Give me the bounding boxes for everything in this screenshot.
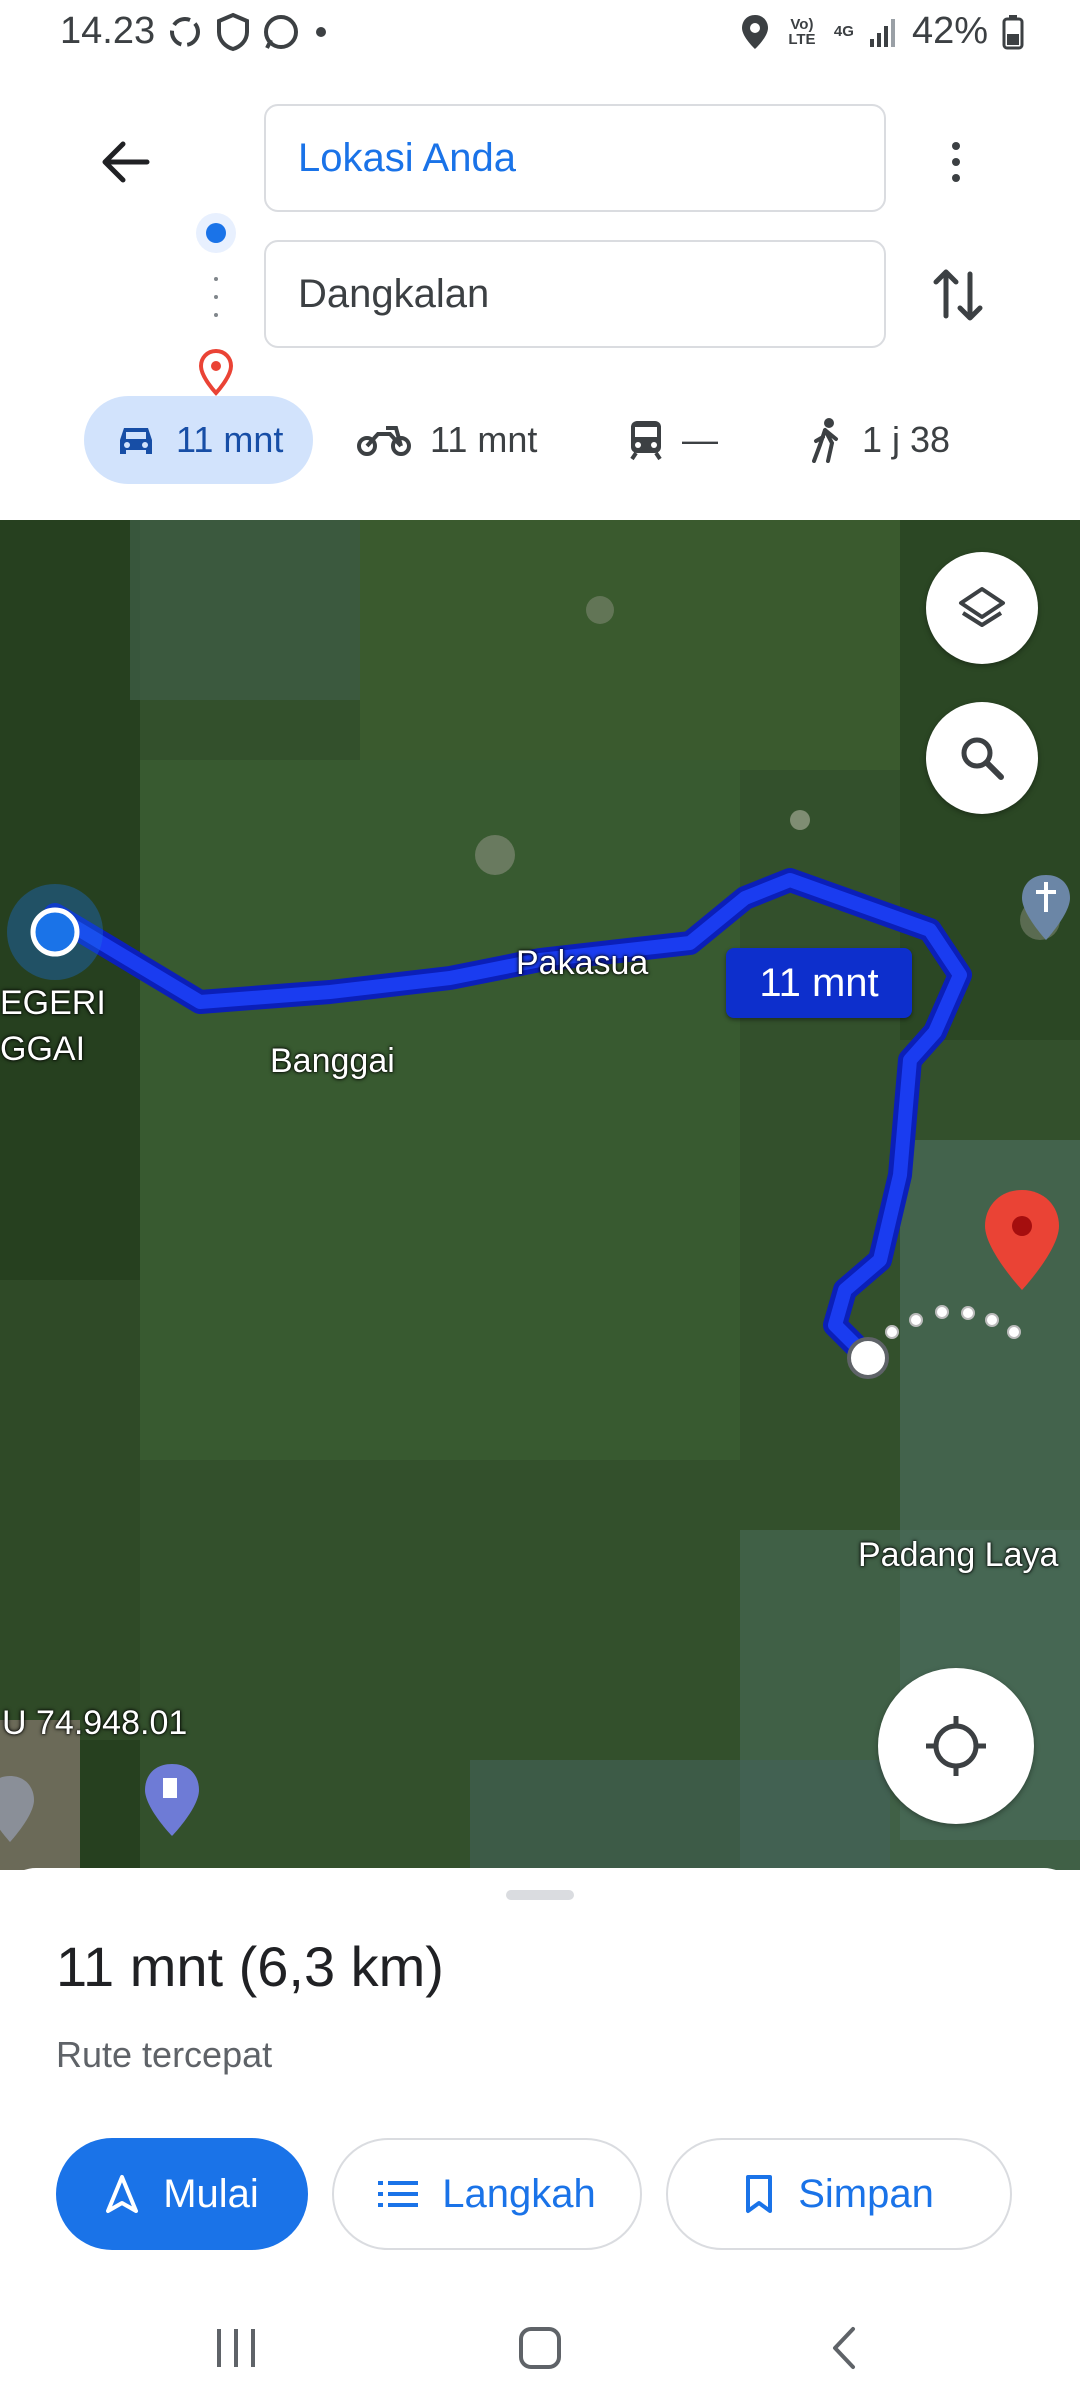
notification-icons: [165, 12, 331, 52]
list-icon: [378, 2181, 419, 2207]
recent-apps-button[interactable]: [206, 2318, 266, 2378]
sheet-handle[interactable]: [506, 1890, 574, 1900]
route-dots-icon: [214, 277, 218, 317]
label-padang-laya: Padang Laya: [858, 1536, 1059, 1574]
train-icon: [630, 421, 662, 461]
mode-motorcycle-tab[interactable]: 11 mnt: [356, 396, 537, 484]
save-button[interactable]: Simpan: [666, 2138, 1012, 2250]
steps-button[interactable]: Langkah: [332, 2138, 642, 2250]
route-summary-sheet: 11 mnt (6,3 km) Rute tercepat Mulai Lang…: [0, 1868, 1080, 2278]
crosshair-icon: [926, 1716, 986, 1776]
origin-input[interactable]: Lokasi Anda: [264, 104, 886, 212]
home-icon: [519, 2327, 561, 2369]
label-ggai: GGAI: [0, 1030, 86, 1068]
mode-car-time: 11 mnt: [176, 419, 284, 460]
back-button[interactable]: [90, 127, 160, 197]
chevron-left-icon: [833, 2327, 855, 2369]
route-actions: Mulai Langkah Simpan: [56, 2138, 1056, 2250]
motorcycle-icon: [357, 426, 411, 456]
sync-icon: [170, 17, 200, 47]
label-road-code: U 74.948.01: [2, 1704, 188, 1742]
navigation-arrow-icon: [106, 2175, 139, 2213]
layers-icon: [959, 587, 1005, 627]
my-location-button[interactable]: [878, 1668, 1034, 1824]
route-duration-distance: 11 mnt (6,3 km): [56, 1935, 444, 1998]
route-time-callout[interactable]: 11 mnt: [726, 948, 912, 1018]
status-right: Vo) LTE 4G 42%: [740, 10, 1024, 53]
directions-header: Lokasi Anda Dangkalan 11 mnt 11 mnt — 1 …: [0, 72, 1080, 520]
status-time: 14.23: [60, 10, 156, 52]
start-button[interactable]: Mulai: [56, 2138, 308, 2250]
mode-car-tab[interactable]: 11 mnt: [84, 396, 314, 484]
steps-button-label: Langkah: [442, 2171, 596, 2216]
system-nav-bar: [0, 2278, 1080, 2408]
map-view[interactable]: Pakasua Banggai EGERI GGAI Padang Laya U…: [0, 520, 1080, 1870]
battery-percent: 42%: [911, 10, 988, 52]
label-egeri: EGERI: [0, 984, 106, 1022]
layers-button[interactable]: [926, 552, 1038, 664]
home-button[interactable]: [510, 2318, 570, 2378]
system-back-button[interactable]: [814, 2318, 874, 2378]
arrow-left-icon: [102, 141, 150, 183]
mode-transit-tab[interactable]: —: [628, 396, 718, 484]
car-icon: [120, 428, 152, 454]
signal-icon: [869, 18, 895, 47]
label-pakasua: Pakasua: [516, 944, 649, 982]
dot-icon: [316, 27, 326, 37]
network-4g-label: 4G: [833, 23, 854, 40]
mode-transit-time: —: [682, 419, 718, 460]
origin-dot-icon: [196, 213, 236, 253]
walk-icon: [812, 418, 838, 463]
travel-modes: 11 mnt 11 mnt — 1 j 38: [0, 384, 1080, 484]
battery-icon: [1002, 14, 1024, 49]
satellite-map: [0, 520, 1080, 1870]
whatsapp-icon: [264, 15, 298, 49]
mode-walk-time: 1 j 38: [862, 419, 951, 460]
route-description: Rute tercepat: [56, 2034, 273, 2075]
destination-input[interactable]: Dangkalan: [264, 240, 886, 348]
search-along-route-button[interactable]: [926, 702, 1038, 814]
start-button-label: Mulai: [163, 2171, 259, 2216]
swap-icon[interactable]: [928, 260, 988, 330]
more-options-button[interactable]: [930, 130, 982, 194]
volte-label: Vo) LTE: [788, 15, 816, 48]
shield-icon: [217, 12, 249, 52]
bookmark-icon: [746, 2175, 773, 2213]
status-bar: 14.23 Vo) LTE 4G 42%: [0, 0, 1080, 72]
save-button-label: Simpan: [798, 2171, 934, 2216]
mode-motorcycle-time: 11 mnt: [430, 419, 538, 460]
location-icon: [741, 14, 768, 49]
label-banggai: Banggai: [270, 1042, 395, 1080]
mode-walk-tab[interactable]: 1 j 38: [810, 396, 950, 484]
search-icon: [961, 737, 1004, 780]
recent-apps-icon: [217, 2329, 255, 2367]
